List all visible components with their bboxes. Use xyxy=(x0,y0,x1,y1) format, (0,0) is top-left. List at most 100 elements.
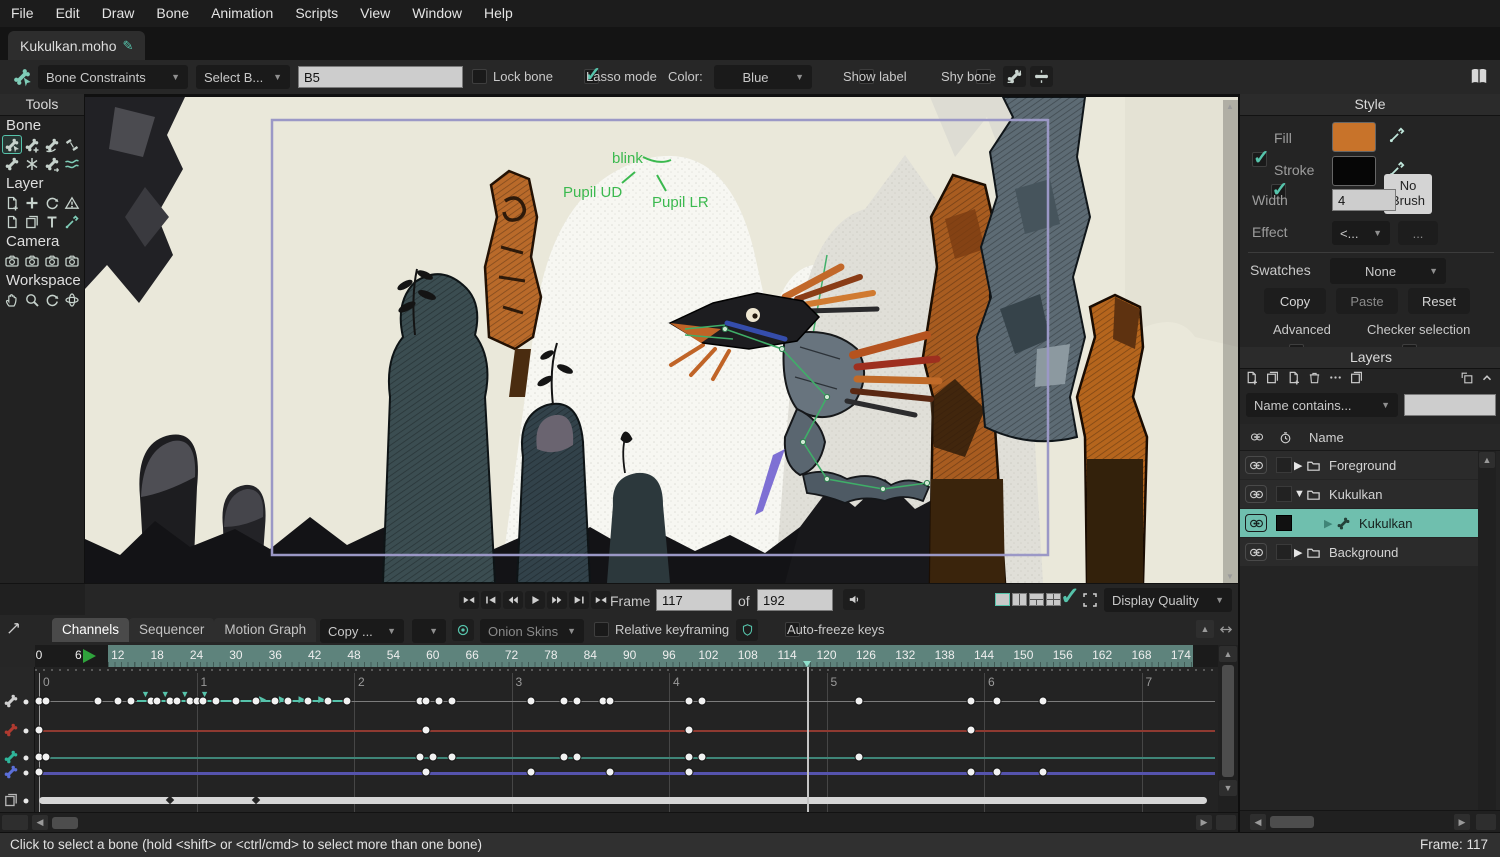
bone-dynamics-tool[interactable] xyxy=(62,154,82,173)
keyframe[interactable] xyxy=(966,768,975,777)
split-bone-tool[interactable] xyxy=(62,135,82,154)
jump-to-loop-end-button[interactable] xyxy=(591,591,611,609)
current-frame-input[interactable] xyxy=(656,589,732,611)
copy-frames-dropdown[interactable]: Copy ...▼ xyxy=(320,619,404,643)
scroll-down-icon[interactable]: ▼ xyxy=(1219,780,1237,796)
menu-edit[interactable]: Edit xyxy=(45,0,91,27)
menu-animation[interactable]: Animation xyxy=(200,0,284,27)
layer-options-button[interactable] xyxy=(1328,370,1343,388)
menu-window[interactable]: Window xyxy=(401,0,473,27)
scrollbar-thumb[interactable] xyxy=(1270,816,1314,828)
select-bone-tool[interactable] xyxy=(2,135,22,154)
keyframe[interactable] xyxy=(527,768,536,777)
keyframe[interactable] xyxy=(1039,768,1048,777)
select-bone-dropdown[interactable]: Select B...▼ xyxy=(196,65,290,89)
keyframe-shield-button[interactable] xyxy=(736,619,758,641)
layer-expand-arrow[interactable]: ▼ xyxy=(1294,488,1306,500)
keyframe[interactable] xyxy=(172,697,181,706)
scroll-up-icon[interactable]: ▲ xyxy=(1219,646,1237,662)
keyframe[interactable] xyxy=(41,697,50,706)
keyframe[interactable] xyxy=(697,697,706,706)
playhead-line[interactable] xyxy=(807,667,809,812)
reset-style-button[interactable]: Reset xyxy=(1408,288,1470,314)
keyframe[interactable] xyxy=(560,697,569,706)
keyframe[interactable] xyxy=(35,726,44,735)
bone-label-blink[interactable]: blink xyxy=(612,150,643,167)
layer-row-foreground[interactable]: ▶ Foreground xyxy=(1240,451,1478,479)
rotate-view-tool[interactable] xyxy=(42,290,62,309)
onion-skin-toggle-button[interactable] xyxy=(452,619,474,641)
collapse-panel-button[interactable] xyxy=(1480,371,1494,388)
track-camera-tool[interactable] xyxy=(2,251,22,270)
keyframe[interactable] xyxy=(448,697,457,706)
play-button[interactable] xyxy=(525,591,545,609)
scroll-right-icon[interactable]: ▶ xyxy=(1454,814,1470,830)
pan-tool-tool[interactable] xyxy=(2,290,22,309)
layer-expand-arrow[interactable]: ▶ xyxy=(1324,517,1336,530)
keyframe[interactable] xyxy=(271,697,280,706)
transform-bone-tool[interactable] xyxy=(42,154,62,173)
keyframe[interactable] xyxy=(251,697,260,706)
keyframe[interactable] xyxy=(684,768,693,777)
bone-channel[interactable] xyxy=(3,693,19,712)
keyframe[interactable] xyxy=(993,697,1002,706)
effect-dropdown[interactable]: <...▼ xyxy=(1332,221,1390,245)
keyframe[interactable] xyxy=(605,697,614,706)
layer-row-kukulkan[interactable]: ▶ Kukulkan xyxy=(1240,509,1478,537)
layer-color-swatch[interactable] xyxy=(1276,486,1292,502)
copy-style-button[interactable]: Copy xyxy=(1264,288,1326,314)
total-frames-input[interactable] xyxy=(757,589,833,611)
layer-duration-bar[interactable] xyxy=(39,797,1207,804)
split-3-view-button[interactable] xyxy=(1029,593,1044,606)
layer-script-button[interactable] xyxy=(1349,370,1364,388)
layers-horizontal-scrollbar[interactable]: ◀ ▶ xyxy=(1240,810,1500,833)
keyframe[interactable] xyxy=(422,697,431,706)
tab-motion-graph[interactable]: Motion Graph xyxy=(214,618,316,642)
add-bone-tool[interactable] xyxy=(22,135,42,154)
frame-bounds-icon[interactable] xyxy=(1082,592,1098,608)
stroke-width-input[interactable] xyxy=(1332,189,1396,211)
bone-rotation-channel[interactable] xyxy=(3,722,19,741)
tab-channels[interactable]: Channels xyxy=(52,618,129,642)
fill-checkbox[interactable] xyxy=(1252,152,1267,167)
keyframe[interactable] xyxy=(993,768,1002,777)
bone-scale-button[interactable] xyxy=(1003,66,1026,87)
orbit-view-tool[interactable] xyxy=(62,290,82,309)
canvas-viewport[interactable]: blink Pupil UD Pupil LR ▲ ▼ xyxy=(85,94,1238,583)
layer-channel[interactable] xyxy=(3,792,19,811)
keyframe[interactable] xyxy=(231,697,240,706)
new-layer-button[interactable] xyxy=(1244,370,1259,388)
tab-sequencer[interactable]: Sequencer xyxy=(129,618,214,642)
keyframe[interactable] xyxy=(422,768,431,777)
float-panel-button[interactable] xyxy=(1460,371,1474,388)
scroll-left-icon[interactable]: ◀ xyxy=(1250,814,1266,830)
onion-skins-dropdown[interactable]: Onion Skins▼ xyxy=(480,619,584,643)
menu-scripts[interactable]: Scripts xyxy=(284,0,349,27)
keyframe[interactable] xyxy=(560,753,569,762)
relative-keyframing-checkbox[interactable] xyxy=(594,622,609,637)
timeline-resize-icon[interactable] xyxy=(6,621,21,636)
split-4-view-button[interactable] xyxy=(1046,593,1061,606)
layer-stack-tool[interactable] xyxy=(22,212,42,231)
keyframe[interactable] xyxy=(415,753,424,762)
library-book-icon[interactable] xyxy=(1468,66,1490,87)
layer-transform-tool[interactable] xyxy=(2,193,22,212)
keyframe[interactable] xyxy=(1039,697,1048,706)
keyframe[interactable] xyxy=(966,697,975,706)
layer-visibility-toggle[interactable] xyxy=(1245,543,1267,561)
layer-filter-dropdown[interactable]: Name contains...▼ xyxy=(1246,393,1398,417)
playback-start-marker[interactable] xyxy=(83,649,96,663)
lock-bone-checkbox[interactable] xyxy=(472,69,487,84)
layer-add-tool[interactable] xyxy=(22,193,42,212)
keyframe[interactable] xyxy=(422,726,431,735)
keyframe[interactable] xyxy=(343,697,352,706)
layer-visibility-toggle[interactable] xyxy=(1245,456,1267,474)
single-view-button[interactable] xyxy=(995,593,1010,606)
keyframe[interactable] xyxy=(323,697,332,706)
keyframe[interactable] xyxy=(113,697,122,706)
delete-layer-button[interactable] xyxy=(1307,370,1322,388)
keyframe[interactable] xyxy=(212,697,221,706)
canvas-vertical-scrollbar[interactable]: ▲ ▼ xyxy=(1223,100,1238,583)
mute-button[interactable] xyxy=(843,589,865,610)
keyframe[interactable] xyxy=(697,753,706,762)
